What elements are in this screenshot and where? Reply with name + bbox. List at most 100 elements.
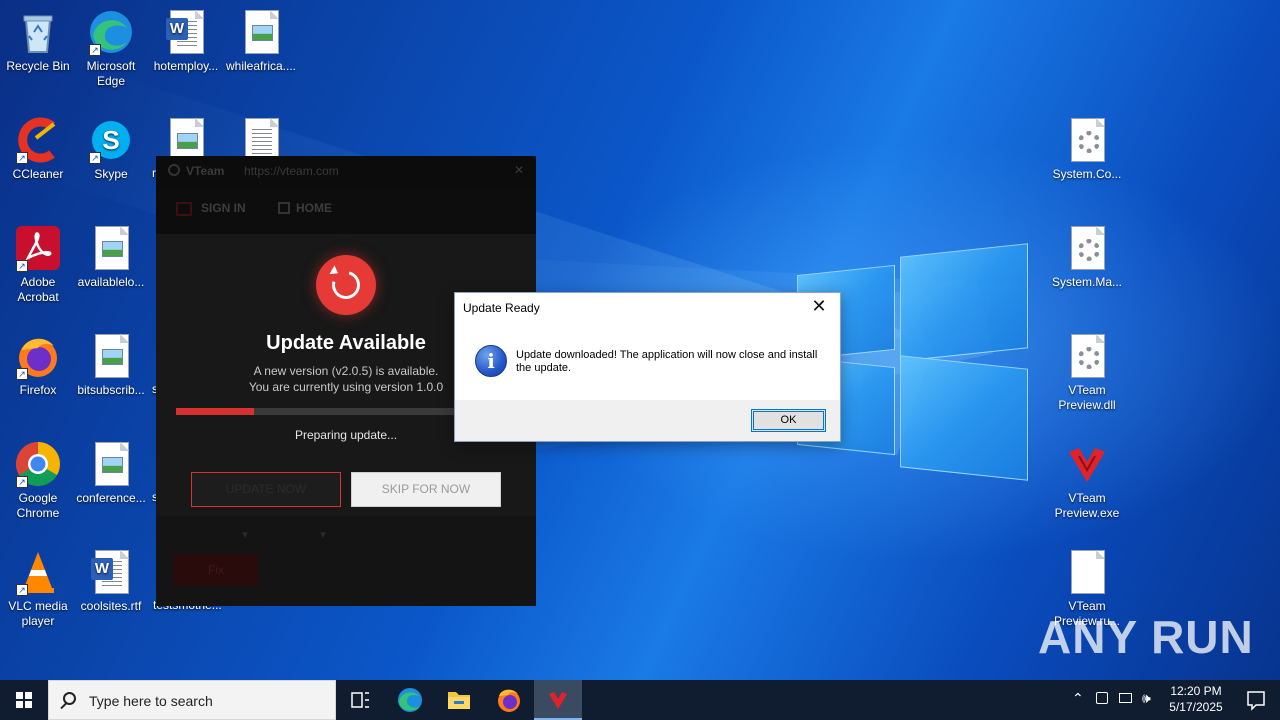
fix-button[interactable]: Fix	[174, 554, 258, 586]
clock-time: 12:20 PM	[1170, 684, 1222, 698]
desktop-icon-coolsites[interactable]: W coolsites.rtf	[73, 548, 149, 614]
desktop-icon-microsoft-edge[interactable]: ↗ Microsoft Edge	[73, 8, 149, 89]
icon-label: Microsoft Edge	[86, 59, 136, 88]
dll-file-icon	[1063, 224, 1111, 272]
word-document-icon: W	[87, 548, 135, 596]
start-button[interactable]	[0, 680, 48, 720]
anyrun-watermark: ANY RUN	[1038, 611, 1254, 663]
info-icon: i	[475, 345, 507, 377]
firefox-icon: ↗	[14, 332, 62, 380]
ccleaner-icon: ↗	[14, 116, 62, 164]
icon-label: Adobe Acrobat	[17, 275, 59, 304]
svg-text:S: S	[102, 125, 119, 155]
image-file-icon	[87, 440, 135, 488]
ok-button[interactable]: OK	[751, 409, 826, 432]
edge-icon: ↗	[87, 8, 135, 56]
taskbar-firefox-button[interactable]	[485, 680, 533, 720]
vteam-app-icon	[1063, 440, 1111, 488]
chrome-icon: ↗	[14, 440, 62, 488]
home-icon[interactable]	[278, 202, 290, 214]
icon-label: VLC media player	[8, 599, 68, 628]
network-icon[interactable]	[1096, 692, 1108, 704]
icon-label: Skype	[94, 167, 128, 181]
update-progress-bar	[176, 408, 476, 415]
close-icon[interactable]: ✕	[804, 295, 834, 319]
desktop-icon-skype[interactable]: S ↗ Skype	[73, 116, 149, 182]
update-now-button[interactable]: UPDATE NOW	[191, 472, 341, 507]
dropdown-arrow-icon: ▼	[240, 530, 250, 541]
taskbar-edge-button[interactable]	[386, 680, 434, 720]
notification-center-button[interactable]	[1232, 680, 1280, 720]
taskbar-search-box[interactable]: Type here to search	[48, 680, 336, 720]
vteam-url: https://vteam.com	[244, 164, 339, 178]
shortcut-arrow-icon: ↗	[89, 152, 101, 164]
icon-label: whileafrica....	[225, 59, 297, 73]
icon-label: VTeam Preview.exe	[1054, 491, 1120, 520]
image-file-icon	[87, 332, 135, 380]
icon-label: Google Chrome	[16, 491, 60, 520]
desktop-icon-ccleaner[interactable]: ↗ CCleaner	[0, 116, 76, 182]
desktop-icon-vlc[interactable]: ↗ VLC media player	[0, 548, 76, 629]
icon-label: VTeam Preview.dll	[1058, 383, 1116, 412]
vlc-icon: ↗	[14, 548, 62, 596]
blank-file-icon	[1063, 548, 1111, 596]
ethernet-icon[interactable]	[1119, 693, 1132, 703]
icon-label: conference...	[76, 491, 146, 505]
desktop-icon-google-chrome[interactable]: ↗ Google Chrome	[0, 440, 76, 521]
desktop-icon-system-co[interactable]: System.Co...	[1049, 116, 1125, 182]
desktop-icon-recycle-bin[interactable]: Recycle Bin	[0, 8, 76, 74]
icon-label: bitsubscrib...	[77, 383, 145, 397]
windows-logo-icon	[16, 692, 32, 708]
vteam-logo-icon	[168, 164, 180, 176]
dropdown-arrow-icon: ▼	[318, 530, 328, 541]
task-view-icon	[351, 692, 369, 708]
desktop-icon-hotemploy[interactable]: W hotemploy...	[148, 8, 224, 74]
chevron-up-icon[interactable]: ⌃	[1072, 690, 1084, 707]
desktop-icon-whileafrica[interactable]: whileafrica....	[223, 8, 299, 74]
shortcut-arrow-icon: ↗	[16, 584, 28, 596]
desktop-icon-firefox[interactable]: ↗ Firefox	[0, 332, 76, 398]
task-view-button[interactable]	[336, 680, 384, 720]
vteam-title: VTeam	[186, 164, 225, 178]
desktop-icon-vteam-exe[interactable]: VTeam Preview.exe	[1049, 440, 1125, 521]
vteam-lower-panel: ▼ ▼ Fix	[156, 516, 536, 606]
desktop-icon-conference[interactable]: conference...	[73, 440, 149, 506]
recycle-bin-icon	[14, 8, 62, 56]
search-placeholder: Type here to search	[89, 693, 213, 709]
desktop-icon-vteam-dll[interactable]: VTeam Preview.dll	[1049, 332, 1125, 413]
update-progress-fill	[176, 408, 254, 415]
taskbar-vteam-button[interactable]	[534, 680, 582, 720]
image-file-icon	[87, 224, 135, 272]
desktop-icon-bitsubscrib[interactable]: bitsubscrib...	[73, 332, 149, 398]
nav-home[interactable]: HOME	[296, 201, 332, 215]
shortcut-arrow-icon: ↗	[16, 152, 28, 164]
folder-icon	[448, 692, 470, 709]
nav-sign-in[interactable]: SIGN IN	[201, 201, 246, 215]
skip-for-now-button[interactable]: SKIP FOR NOW	[351, 472, 501, 507]
skype-icon: S ↗	[87, 116, 135, 164]
icon-label: CCleaner	[12, 167, 64, 181]
taskbar-explorer-button[interactable]	[435, 680, 483, 720]
desktop-icon-availablelo[interactable]: availablelo...	[73, 224, 149, 290]
firefox-icon	[498, 689, 520, 712]
close-icon[interactable]: ✕	[514, 163, 524, 177]
vteam-app-icon	[549, 692, 567, 709]
desktop-icon-system-ma[interactable]: System.Ma...	[1049, 224, 1125, 290]
word-document-icon: W	[162, 8, 210, 56]
icon-label: System.Ma...	[1051, 275, 1122, 289]
icon-label: Firefox	[19, 383, 57, 397]
icon-label: hotemploy...	[153, 59, 219, 73]
search-icon	[63, 692, 76, 705]
shortcut-arrow-icon: ↗	[89, 44, 101, 56]
vteam-titlebar: VTeam https://vteam.com ✕	[156, 156, 536, 186]
clock-date: 5/17/2025	[1169, 700, 1223, 714]
taskbar-clock[interactable]: 12:20 PM 5/17/2025	[1162, 683, 1230, 715]
acrobat-icon: ↗	[14, 224, 62, 272]
menu-icon[interactable]	[176, 202, 192, 216]
volume-icon[interactable]: 🕪	[1142, 690, 1151, 707]
vteam-navbar: SIGN IN HOME	[156, 186, 536, 234]
dll-file-icon	[1063, 116, 1111, 164]
desktop-icon-adobe-acrobat[interactable]: ↗ Adobe Acrobat	[0, 224, 76, 305]
dialog-title: Update Ready	[463, 301, 540, 315]
taskbar: Type here to search ⌃ 🕪 12:20 PM 5/17/20…	[0, 680, 1280, 720]
